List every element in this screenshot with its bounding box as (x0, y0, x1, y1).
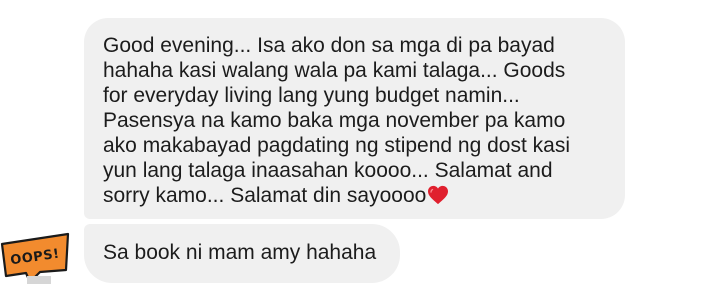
message-line: for everyday living lang yung budget nam… (103, 84, 520, 107)
message-line: Good evening... Isa ako don sa mga di pa… (103, 34, 555, 57)
message-thread: Good evening... Isa ako don sa mga di pa… (0, 0, 720, 295)
message-bubble[interactable]: Good evening... Isa ako don sa mga di pa… (84, 18, 625, 219)
message-line-last: sorry kamo... Salamat din sayoooo (103, 183, 607, 208)
message-line: hahaha kasi walang wala pa kami talaga..… (103, 59, 566, 82)
message-bubble[interactable]: Sa book ni mam amy hahaha (84, 224, 400, 283)
message-line: ako makabayad pagdating ng stipend ng do… (103, 134, 570, 157)
avatar[interactable]: OOPS! (0, 232, 72, 284)
message-line: Pasensya na kamo baka mga november pa ka… (103, 109, 566, 132)
message-line: yun lang talaga inaasahan koooo... Salam… (103, 159, 553, 182)
red-heart-icon (428, 185, 449, 205)
message-line-text: sorry kamo... Salamat din sayoooo (103, 184, 427, 207)
message-text: Sa book ni mam amy hahaha (103, 241, 377, 264)
